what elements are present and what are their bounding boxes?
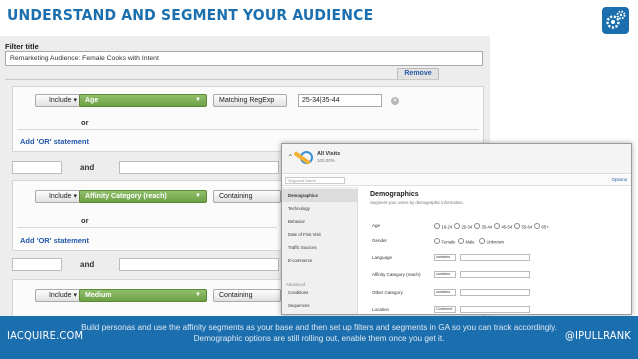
slide-header: UNDERSTAND AND SEGMENT YOUR AUDIENCE — [0, 0, 638, 36]
location-select[interactable]: Continent — [434, 306, 456, 313]
location-label: Location — [372, 307, 390, 312]
other-category-input[interactable] — [460, 289, 530, 296]
sidebar-item-conditions[interactable]: Conditions — [282, 286, 358, 299]
language-input[interactable] — [460, 254, 530, 261]
gender-label: Gender — [372, 238, 388, 243]
gender-option[interactable]: Male — [458, 238, 475, 245]
divider — [17, 129, 479, 130]
gender-option[interactable]: Female — [434, 238, 456, 245]
divider — [17, 227, 277, 228]
empty-field[interactable] — [12, 161, 62, 174]
dimension-selector[interactable]: Age ▼ — [79, 94, 207, 107]
footer-caption: Build personas and use the affinity segm… — [81, 323, 557, 343]
affinity-operator-select[interactable]: contains — [434, 271, 456, 278]
gender-option[interactable]: Unknown — [479, 238, 504, 245]
footer-site: IACQUIRE.COM — [7, 329, 84, 342]
sidebar-item-sequences[interactable]: Sequences — [282, 299, 358, 312]
age-option[interactable]: 55-64 — [514, 223, 533, 230]
demographics-subtitle: Segment your users by demographic inform… — [370, 200, 464, 205]
options-link[interactable]: Options — [611, 177, 627, 182]
age-option[interactable]: 25-34 — [454, 223, 473, 230]
or-label: or — [81, 216, 89, 225]
age-option[interactable]: 35-44 — [474, 223, 493, 230]
segment-name-row: Segment Name Options — [282, 175, 631, 186]
language-label: Language — [372, 255, 393, 260]
sidebar-item-date-first-visit[interactable]: Date of First Visit — [282, 228, 358, 241]
location-input[interactable] — [460, 306, 530, 313]
add-or-statement-link[interactable]: Add 'OR' statement — [20, 137, 89, 146]
affinity-input[interactable] — [460, 271, 530, 278]
segment-name-input[interactable]: Segment Name — [285, 177, 345, 184]
segment-name[interactable]: All Visits — [317, 151, 340, 157]
empty-field[interactable] — [12, 258, 62, 271]
slide-footer: IACQUIRE.COM Build personas and use the … — [0, 316, 638, 359]
divider — [5, 79, 439, 80]
segment-bar: ⌃ All Visits 100.00% — [282, 144, 631, 174]
other-category-label: Other Category — [372, 290, 403, 295]
segment-sidebar: Demographics Technology Behavior Date of… — [282, 187, 358, 314]
or-label: or — [81, 118, 89, 127]
filter-value-input[interactable]: 25-34|35-44 — [298, 94, 382, 107]
filter-title-input[interactable]: Remarketing Audience: Female Cooks with … — [5, 51, 483, 66]
add-or-statement-link[interactable]: Add 'OR' statement — [20, 236, 89, 245]
sidebar-item-ecommerce[interactable]: E-commerce — [282, 254, 358, 267]
age-label: Age — [372, 223, 381, 228]
empty-field[interactable] — [119, 161, 279, 174]
match-type-dropdown[interactable]: Containing — [213, 190, 281, 203]
segment-builder-screenshot: ⌃ All Visits 100.00% Segment Name Option… — [281, 143, 632, 315]
age-option[interactable]: 45-54 — [494, 223, 513, 230]
footer-handle: @IPULLRANK — [564, 329, 631, 342]
segment-percent: 100.00% — [317, 158, 335, 163]
sidebar-item-demographics[interactable]: Demographics — [282, 189, 358, 202]
gears-logo-icon — [602, 7, 629, 34]
dimension-selector[interactable]: Affinity Category (reach) ▼ — [79, 190, 207, 203]
affinity-label: Affinity Category (reach) — [372, 272, 421, 277]
match-type-dropdown[interactable]: Containing — [213, 289, 281, 302]
sidebar-item-traffic-sources[interactable]: Traffic Sources — [282, 241, 358, 254]
sidebar-item-technology[interactable]: Technology — [282, 202, 358, 215]
slide: UNDERSTAND AND SEGMENT YOUR AUDIENCE Fil… — [0, 0, 638, 359]
age-option[interactable]: 65+ — [534, 223, 549, 230]
clear-condition-icon[interactable]: ✕ — [391, 97, 399, 105]
other-category-operator-select[interactable]: contains — [434, 289, 456, 296]
demographics-title: Demographics — [370, 191, 419, 198]
dimension-selector[interactable]: Medium ▼ — [79, 289, 207, 302]
filter-title-label: Filter title — [5, 42, 39, 51]
language-operator-select[interactable]: contains — [434, 254, 456, 261]
match-type-dropdown[interactable]: Matching RegExp — [213, 94, 287, 107]
and-label: and — [80, 260, 95, 269]
age-option[interactable]: 18-24 — [434, 223, 453, 230]
sidebar-item-behavior[interactable]: Behavior — [282, 215, 358, 228]
empty-field[interactable] — [119, 258, 279, 271]
and-label: and — [80, 163, 95, 172]
slide-title: UNDERSTAND AND SEGMENT YOUR AUDIENCE — [7, 6, 374, 24]
